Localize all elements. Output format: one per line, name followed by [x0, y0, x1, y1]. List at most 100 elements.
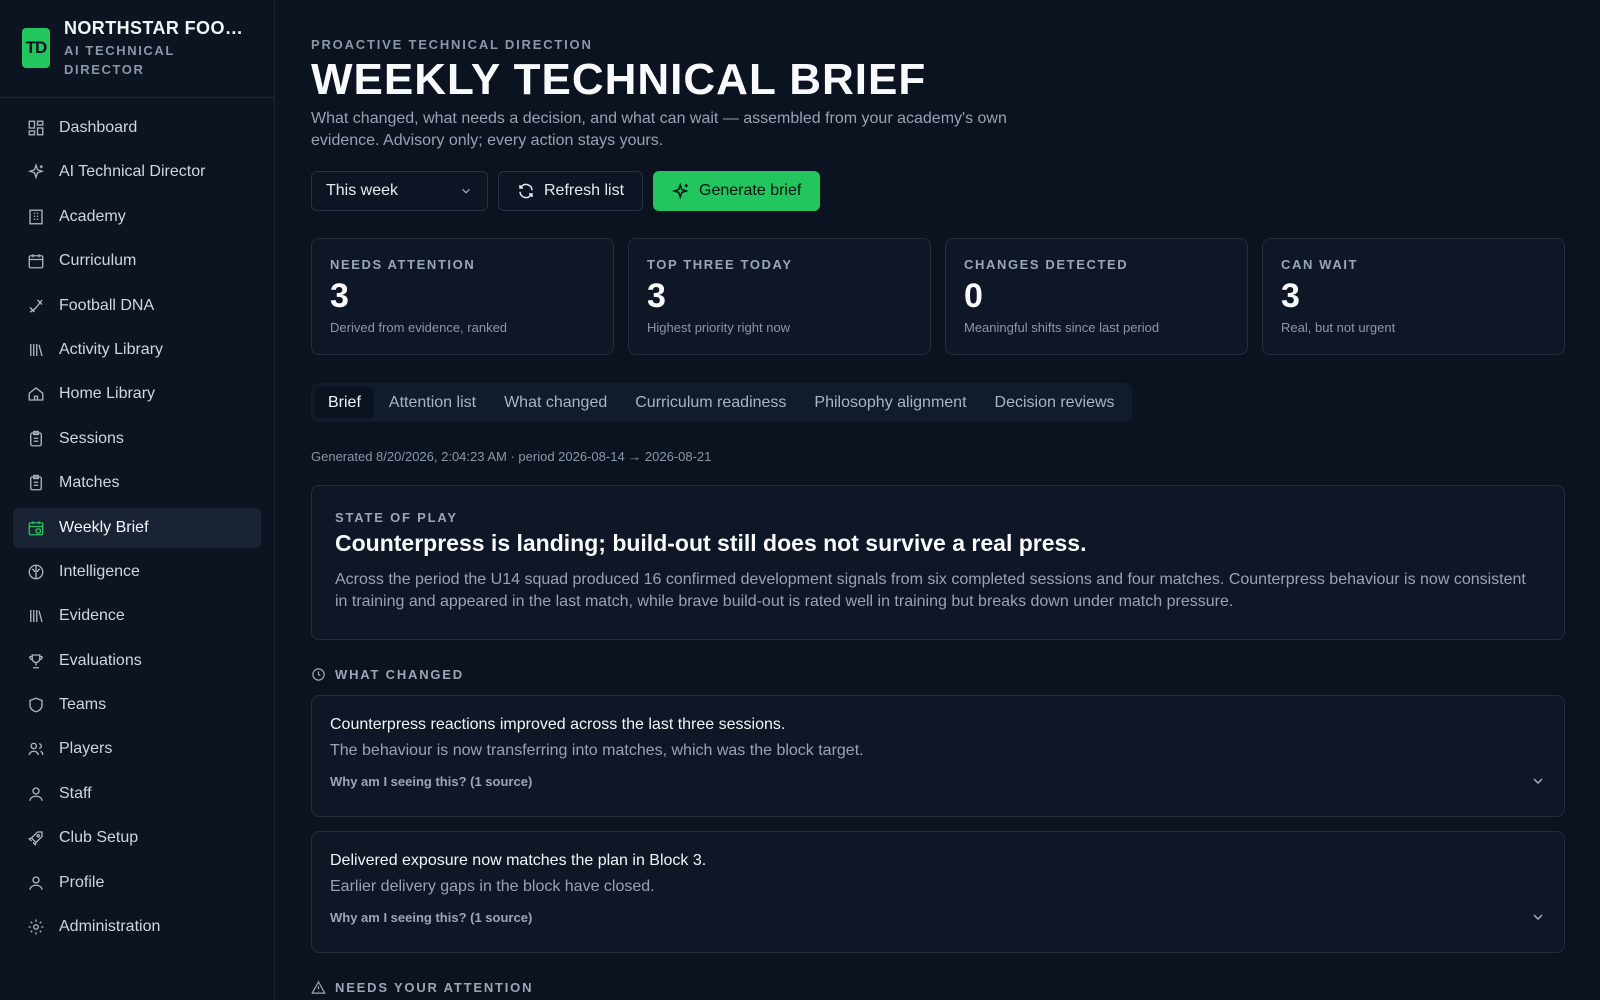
sidebar-item-players[interactable]: Players — [13, 729, 261, 769]
kpi-row: NEEDS ATTENTION 3 Derived from evidence,… — [311, 238, 1565, 355]
sidebar-item-sessions[interactable]: Sessions — [13, 419, 261, 459]
kpi-description: Meaningful shifts since last period — [964, 320, 1160, 335]
sidebar-item-label: Evaluations — [59, 651, 142, 669]
rocket-icon — [28, 831, 43, 847]
sidebar-item-label: Intelligence — [59, 562, 140, 580]
sidebar-item-label: Weekly Brief — [59, 518, 149, 536]
generate-brief-label: Generate brief — [699, 182, 802, 199]
tab-what-changed[interactable]: What changed — [491, 387, 620, 418]
sidebar-item-administration[interactable]: Administration — [13, 907, 261, 947]
sidebar-item-label: Activity Library — [59, 340, 164, 358]
building-icon — [29, 209, 43, 225]
chevron-down-icon — [1533, 914, 1543, 920]
home-icon — [28, 387, 44, 402]
sidebar-item-label: Administration — [59, 918, 161, 936]
period-select-value: This week — [326, 182, 399, 199]
sidebar-item-label: Players — [59, 740, 113, 758]
change-title: Delivered exposure now matches the plan … — [330, 852, 707, 869]
why-am-i-seeing-this-toggle[interactable]: Why am I seeing this? (1 source) — [330, 909, 1546, 925]
why-label: Why am I seeing this? (1 source) — [330, 773, 533, 789]
state-of-play-body: Across the period the U14 squad produced… — [335, 571, 1526, 610]
refresh-list-label: Refresh list — [544, 182, 625, 199]
clipboard-icon — [30, 474, 42, 491]
calendar-icon — [28, 254, 44, 269]
trophy-icon — [29, 654, 43, 669]
sidebar: TD NORTHSTAR FOOTBALL AI TECHNICAL DIREC… — [0, 0, 275, 1000]
kpi-value: 3 — [647, 277, 666, 315]
sidebar-item-teams[interactable]: Teams — [13, 685, 261, 725]
sidebar-item-evaluations[interactable]: Evaluations — [13, 641, 261, 681]
state-of-play-label: STATE OF PLAY — [335, 510, 458, 525]
tab-philosophy-alignment[interactable]: Philosophy alignment — [801, 387, 979, 418]
state-of-play-card: STATE OF PLAY Counterpress is landing; b… — [311, 485, 1565, 640]
sidebar-item-label: Sessions — [59, 429, 124, 447]
sidebar-item-staff[interactable]: Staff — [13, 774, 261, 814]
sidebar-item-label: Curriculum — [59, 252, 137, 270]
sidebar-item-football-dna[interactable]: Football DNA — [13, 286, 261, 326]
kpi-label: CAN WAIT — [1281, 257, 1359, 272]
sidebar-item-evidence[interactable]: Evidence — [13, 596, 261, 636]
kpi-value: 3 — [1281, 277, 1300, 315]
sidebar-item-activity-library[interactable]: Activity Library — [13, 330, 261, 370]
sidebar-item-label: AI Technical Director — [59, 163, 206, 181]
calendar-clock-icon — [28, 520, 44, 535]
gear-icon — [28, 919, 44, 935]
shield-icon — [29, 697, 43, 713]
refresh-icon — [519, 183, 533, 199]
period-select[interactable]: This week — [311, 171, 488, 211]
refresh-list-button[interactable]: Refresh list — [498, 171, 644, 211]
sparkles-icon — [27, 163, 45, 180]
club-name: NORTHSTAR FOOTBALL — [64, 18, 249, 38]
chevron-down-icon — [462, 188, 470, 194]
needs-attention-label: NEEDS YOUR ATTENTION — [335, 980, 534, 995]
page-eyebrow: PROACTIVE TECHNICAL DIRECTION — [311, 37, 593, 52]
user-icon — [29, 875, 43, 890]
tab-attention-list[interactable]: Attention list — [376, 387, 489, 418]
sidebar-item-label: Teams — [59, 696, 107, 714]
tab-decision-reviews[interactable]: Decision reviews — [982, 387, 1128, 418]
kpi-card-needs-attention: NEEDS ATTENTION 3 Derived from evidence,… — [311, 238, 614, 355]
tab-brief[interactable]: Brief — [315, 387, 374, 418]
needs-attention-heading: NEEDS YOUR ATTENTION — [311, 980, 533, 995]
sidebar-item-club-setup[interactable]: Club Setup — [13, 818, 261, 858]
generate-brief-button[interactable]: Generate brief — [653, 171, 821, 211]
clipboard-icon — [30, 430, 42, 447]
sidebar-item-ai-technical-director[interactable]: AI Technical Director — [13, 152, 261, 192]
user-icon — [29, 787, 43, 801]
sidebar-item-label: Dashboard — [59, 119, 138, 136]
sidebar-item-dashboard[interactable]: Dashboard — [13, 108, 261, 148]
library-icon — [30, 610, 43, 623]
sidebar-item-label: Evidence — [59, 607, 125, 625]
warning-icon — [311, 980, 326, 994]
library-icon — [30, 343, 43, 357]
sidebar-item-profile[interactable]: Profile — [13, 863, 261, 903]
sidebar-item-label: Football DNA — [59, 296, 155, 314]
kpi-label: NEEDS ATTENTION — [330, 257, 476, 272]
sidebar-item-label: Staff — [59, 784, 92, 802]
sidebar-item-curriculum[interactable]: Curriculum — [13, 241, 261, 281]
dna-icon — [29, 299, 43, 313]
kpi-card-can-wait: CAN WAIT 3 Real, but not urgent — [1262, 238, 1565, 355]
sidebar-item-label: Profile — [59, 873, 105, 891]
app-logo: TD — [22, 28, 50, 68]
sidebar-item-weekly-brief[interactable]: Weekly Brief — [13, 507, 261, 548]
sidebar-item-intelligence[interactable]: Intelligence — [13, 552, 261, 592]
sidebar-item-label: Club Setup — [59, 829, 139, 847]
sidebar-item-academy[interactable]: Academy — [13, 197, 261, 237]
brand-header: TD NORTHSTAR FOOTBALL AI TECHNICAL DIREC… — [0, 0, 274, 98]
sidebar-item-matches[interactable]: Matches — [13, 463, 261, 503]
change-card: Counterpress reactions improved across t… — [311, 695, 1565, 817]
why-am-i-seeing-this-toggle[interactable]: Why am I seeing this? (1 source) — [330, 773, 1546, 789]
change-description: The behaviour is now transferring into m… — [330, 742, 864, 759]
why-label: Why am I seeing this? (1 source) — [330, 909, 533, 925]
state-of-play-headline: Counterpress is landing; build-out still… — [335, 530, 1087, 556]
kpi-card-changes-detected: CHANGES DETECTED 0 Meaningful shifts sin… — [945, 238, 1248, 355]
main-content: PROACTIVE TECHNICAL DIRECTION WEEKLY TEC… — [311, 0, 1565, 1000]
tab-curriculum-readiness[interactable]: Curriculum readiness — [622, 387, 799, 418]
toolbar: This week Refresh list Generate brief — [311, 171, 821, 211]
sidebar-item-home-library[interactable]: Home Library — [13, 374, 261, 414]
change-title: Counterpress reactions improved across t… — [330, 716, 786, 733]
brain-icon — [28, 564, 44, 580]
page-subtitle: What changed, what needs a decision, and… — [311, 110, 1007, 149]
chevron-down-icon — [1533, 778, 1543, 784]
